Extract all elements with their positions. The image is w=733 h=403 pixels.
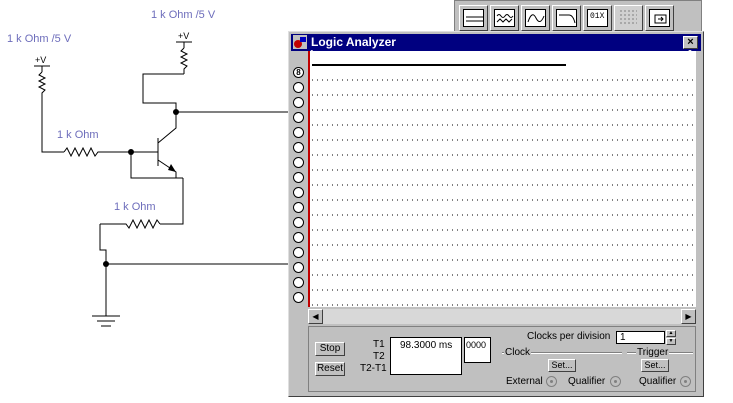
hex-readout: 0000	[464, 337, 491, 363]
arrow-up-icon: ▲	[668, 330, 674, 336]
logic-analyzer-button[interactable]	[614, 5, 643, 31]
trigger-set-button[interactable]: Set...	[641, 359, 669, 372]
logic-converter-button[interactable]	[645, 5, 674, 31]
window-title: Logic Analyzer	[311, 35, 396, 49]
stop-button[interactable]: Stop	[315, 342, 345, 356]
bode-plotter-button[interactable]	[552, 5, 581, 31]
spin-up-button[interactable]: ▲	[666, 330, 676, 337]
probe-pin[interactable]	[293, 97, 304, 108]
probe-pin[interactable]: 8	[293, 67, 304, 78]
external-radio[interactable]	[546, 376, 557, 387]
supply-label-left: 1 k Ohm /5 V	[7, 33, 72, 45]
clocks-per-division-value: 1	[620, 332, 626, 343]
close-icon: ×	[687, 36, 694, 48]
clocks-per-division-label: Clocks per division	[527, 331, 611, 342]
multimeter-icon	[466, 16, 483, 22]
clocks-spinner[interactable]: ▲ ▼	[666, 330, 676, 345]
base-resistor-label: 1 k Ohm	[57, 129, 99, 141]
clock-qualifier-label: Qualifier	[568, 376, 606, 387]
arrow-down-icon: ▼	[668, 338, 674, 344]
circuit-schematic: 1 k Ohm /5 V 1 k Ohm /5 V +V +V 1 k Ohm …	[0, 0, 290, 403]
probe-pin[interactable]	[293, 247, 304, 258]
external-label: External	[506, 376, 543, 387]
t2-label: T2	[373, 351, 385, 362]
scroll-right-button[interactable]: ▶	[681, 309, 696, 324]
reset-button[interactable]: Reset	[315, 362, 345, 376]
supply-label-top: 1 k Ohm /5 V	[151, 9, 216, 21]
oscilloscope-icon	[527, 14, 545, 23]
clocks-per-division-input[interactable]: 1	[616, 331, 665, 344]
waveform-display	[308, 51, 696, 307]
probe-pin[interactable]	[293, 262, 304, 273]
vcc-label-left: +V	[35, 55, 47, 65]
oscilloscope-button[interactable]	[521, 5, 550, 31]
word-generator-button[interactable]: 01X	[583, 5, 612, 31]
clock-set-button[interactable]: Set...	[548, 359, 576, 372]
title-bar[interactable]: Logic Analyzer ×	[291, 34, 701, 51]
bode-plotter-icon	[559, 14, 576, 24]
t1-label: T1	[373, 339, 385, 350]
spin-down-button[interactable]: ▼	[666, 338, 676, 345]
time-readout: 98.3000 ms	[390, 337, 462, 375]
close-button[interactable]: ×	[683, 36, 698, 49]
app-icon	[293, 35, 307, 49]
word-generator-icon: 01X	[590, 12, 605, 21]
time-value: 98.3000 ms	[400, 340, 453, 351]
function-generator-icon	[496, 14, 514, 23]
probe-pin[interactable]	[293, 157, 304, 168]
probe-pin[interactable]	[293, 202, 304, 213]
emitter-resistor-label: 1 k Ohm	[114, 201, 156, 213]
hex-value: 0000	[466, 340, 487, 350]
probe-pin[interactable]	[293, 292, 304, 303]
vcc-label-top: +V	[178, 31, 190, 41]
trigger-qualifier-radio[interactable]	[680, 376, 691, 387]
probe-pin[interactable]	[293, 187, 304, 198]
waveform-grid	[312, 64, 694, 306]
trigger-qualifier-label: Qualifier	[639, 376, 677, 387]
function-generator-button[interactable]	[490, 5, 519, 31]
probe-pin[interactable]	[293, 112, 304, 123]
logic-converter-icon	[654, 14, 667, 24]
probe-pin[interactable]	[293, 217, 304, 228]
logic-analyzer-icon	[620, 10, 637, 24]
probe-pin[interactable]	[293, 142, 304, 153]
probe-pin[interactable]	[293, 232, 304, 243]
arrow-right-icon: ▶	[685, 312, 692, 321]
scroll-left-button[interactable]: ◀	[308, 309, 323, 324]
t2-t1-label: T2-T1	[360, 363, 387, 374]
trigger-group-label: Trigger	[636, 347, 670, 358]
probe-pin[interactable]	[293, 82, 304, 93]
control-panel: Stop Reset T1 T2 T2-T1 98.3000 ms 0000 C…	[308, 326, 696, 392]
probe-pin[interactable]	[293, 127, 304, 138]
arrow-left-icon: ◀	[312, 312, 319, 321]
probe-pin[interactable]	[293, 172, 304, 183]
logic-analyzer-window: Logic Analyzer × 1 2 8 ◀ ▶ Stop Reset T1…	[288, 31, 704, 397]
multimeter-button[interactable]	[459, 5, 488, 31]
clock-qualifier-radio[interactable]	[610, 376, 621, 387]
clock-group-label: Clock	[504, 347, 532, 358]
probe-pin[interactable]	[293, 277, 304, 288]
horizontal-scrollbar[interactable]: ◀ ▶	[308, 309, 696, 324]
